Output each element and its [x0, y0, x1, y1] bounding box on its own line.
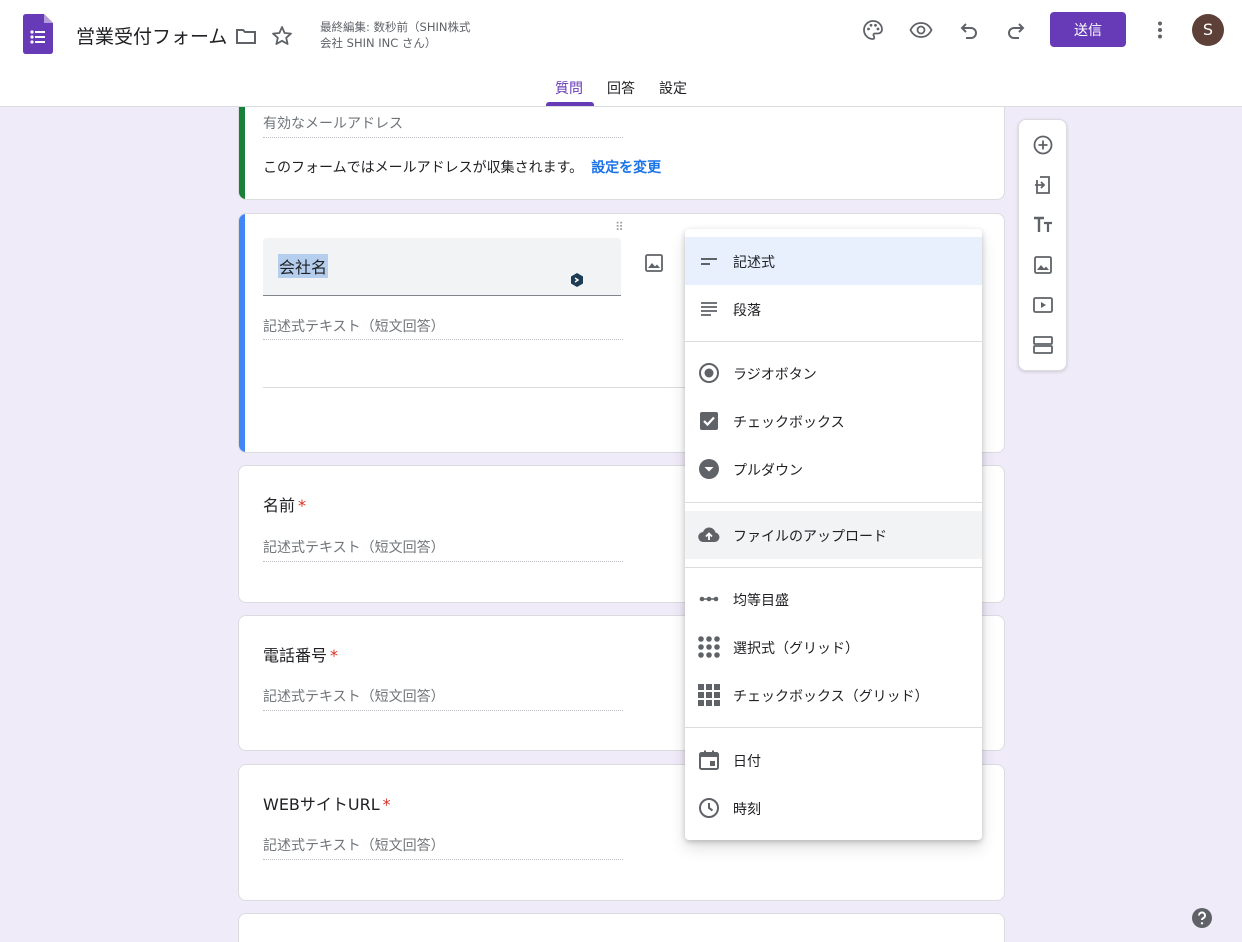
tab-settings[interactable]: 設定	[659, 78, 687, 98]
menu-item-label: ラジオボタン	[733, 367, 817, 383]
question-label: 名前 *	[263, 496, 307, 515]
checkbox-icon	[700, 412, 718, 430]
required-asterisk: *	[330, 646, 339, 665]
question-card-next[interactable]	[238, 913, 1005, 942]
linear-scale-icon	[699, 596, 719, 602]
question-footer-divider	[263, 387, 693, 388]
tab-questions[interactable]: 質問	[555, 78, 583, 98]
floating-toolbar	[1018, 119, 1067, 371]
undo-icon[interactable]	[957, 18, 981, 42]
import-questions-icon[interactable]	[1032, 174, 1054, 196]
menu-item-label: 選択式（グリッド）	[733, 641, 859, 657]
grammarly-icon[interactable]	[569, 272, 585, 288]
send-button[interactable]: 送信	[1050, 12, 1126, 47]
question-placeholder: 記述式テキスト（短文回答）	[263, 540, 445, 556]
menu-divider	[685, 727, 982, 728]
menu-divider	[685, 502, 982, 503]
menu-item-label: 日付	[733, 754, 761, 770]
question-placeholder: 記述式テキスト（短文回答）	[263, 838, 445, 854]
menu-item-label: 段落	[733, 303, 761, 319]
menu-divider	[685, 341, 982, 342]
drag-handle-icon[interactable]: ⠿	[615, 220, 625, 234]
short-answer-preview: 記述式テキスト（短文回答）	[263, 319, 445, 335]
menu-item-label: チェックボックス	[733, 415, 845, 431]
menu-item-label: 均等目盛	[733, 593, 789, 609]
add-section-icon[interactable]	[1032, 334, 1054, 356]
menu-item-label: チェックボックス（グリッド）	[733, 689, 929, 705]
question-title-text: 会社名	[278, 254, 329, 278]
add-image-icon[interactable]	[1032, 254, 1054, 276]
grid-squares-icon	[698, 684, 720, 706]
help-icon[interactable]	[1191, 907, 1213, 929]
menu-item-time[interactable]: 時刻	[685, 784, 982, 832]
menu-item-checkbox[interactable]: チェックボックス	[685, 397, 982, 445]
menu-item-date[interactable]: 日付	[685, 736, 982, 784]
paragraph-icon	[701, 302, 717, 316]
active-tab-indicator	[546, 102, 594, 106]
required-asterisk: *	[298, 496, 307, 515]
folder-icon[interactable]	[234, 24, 258, 48]
menu-divider	[685, 567, 982, 568]
menu-item-short-answer[interactable]: 記述式	[685, 237, 982, 285]
menu-item-label: ファイルのアップロード	[733, 529, 887, 545]
add-question-icon[interactable]	[1032, 134, 1054, 156]
add-video-icon[interactable]	[1032, 294, 1054, 316]
top-bar: 営業受付フォーム 最終編集: 数秒前（SHIN株式 会社 SHIN INC さん…	[0, 0, 1242, 107]
question-underline	[263, 561, 623, 562]
email-placeholder: 有効なメールアドレス	[263, 116, 403, 132]
add-title-icon[interactable]	[1032, 214, 1054, 236]
cloud-upload-icon	[698, 527, 720, 543]
redo-icon[interactable]	[1004, 18, 1028, 42]
dropdown-icon	[699, 459, 719, 479]
question-type-menu: 記述式 段落 ラジオボタン チェックボックス プルダウン ファイルのアップロード…	[685, 229, 982, 840]
question-placeholder: 記述式テキスト（短文回答）	[263, 689, 445, 705]
more-vert-icon[interactable]	[1148, 18, 1172, 42]
short-answer-icon	[701, 258, 717, 265]
change-settings-link[interactable]: 設定を変更	[591, 160, 661, 176]
form-title[interactable]: 営業受付フォーム	[76, 22, 227, 49]
email-collection-note: このフォームではメールアドレスが収集されます。 設定を変更	[263, 160, 662, 176]
email-collection-card: 有効なメールアドレス このフォームではメールアドレスが収集されます。 設定を変更	[238, 96, 1005, 200]
star-icon[interactable]	[270, 24, 294, 48]
active-question-accent	[239, 214, 245, 452]
menu-item-paragraph[interactable]: 段落	[685, 285, 982, 333]
question-underline	[263, 859, 623, 860]
email-card-accent	[239, 97, 245, 199]
menu-item-label: プルダウン	[733, 463, 803, 479]
palette-icon[interactable]	[861, 18, 885, 42]
menu-item-label: 記述式	[733, 255, 775, 271]
menu-item-dropdown[interactable]: プルダウン	[685, 445, 982, 493]
menu-item-linear-scale[interactable]: 均等目盛	[685, 575, 982, 623]
question-underline	[263, 710, 623, 711]
avatar[interactable]: S	[1192, 14, 1224, 46]
question-label: WEBサイトURL *	[263, 795, 391, 814]
menu-item-multiple-choice-grid[interactable]: 選択式（グリッド）	[685, 623, 982, 671]
radio-button-icon	[699, 363, 719, 383]
required-asterisk: *	[382, 795, 391, 814]
grid-dots-icon	[698, 636, 720, 658]
calendar-icon	[699, 750, 719, 770]
add-image-icon[interactable]	[643, 252, 665, 274]
short-answer-underline	[263, 339, 623, 340]
menu-item-checkbox-grid[interactable]: チェックボックス（グリッド）	[685, 671, 982, 719]
question-title-input[interactable]: 会社名	[263, 238, 621, 296]
email-underline	[263, 137, 623, 138]
clock-icon	[699, 798, 719, 818]
menu-item-label: 時刻	[733, 802, 761, 818]
preview-eye-icon[interactable]	[909, 18, 933, 42]
menu-item-file-upload[interactable]: ファイルのアップロード	[685, 511, 982, 559]
question-label: 電話番号 *	[263, 646, 339, 665]
menu-item-radio[interactable]: ラジオボタン	[685, 349, 982, 397]
google-forms-icon[interactable]	[23, 14, 53, 54]
last-edit-status[interactable]: 最終編集: 数秒前（SHIN株式 会社 SHIN INC さん）	[320, 19, 490, 51]
tab-responses[interactable]: 回答	[607, 78, 635, 98]
